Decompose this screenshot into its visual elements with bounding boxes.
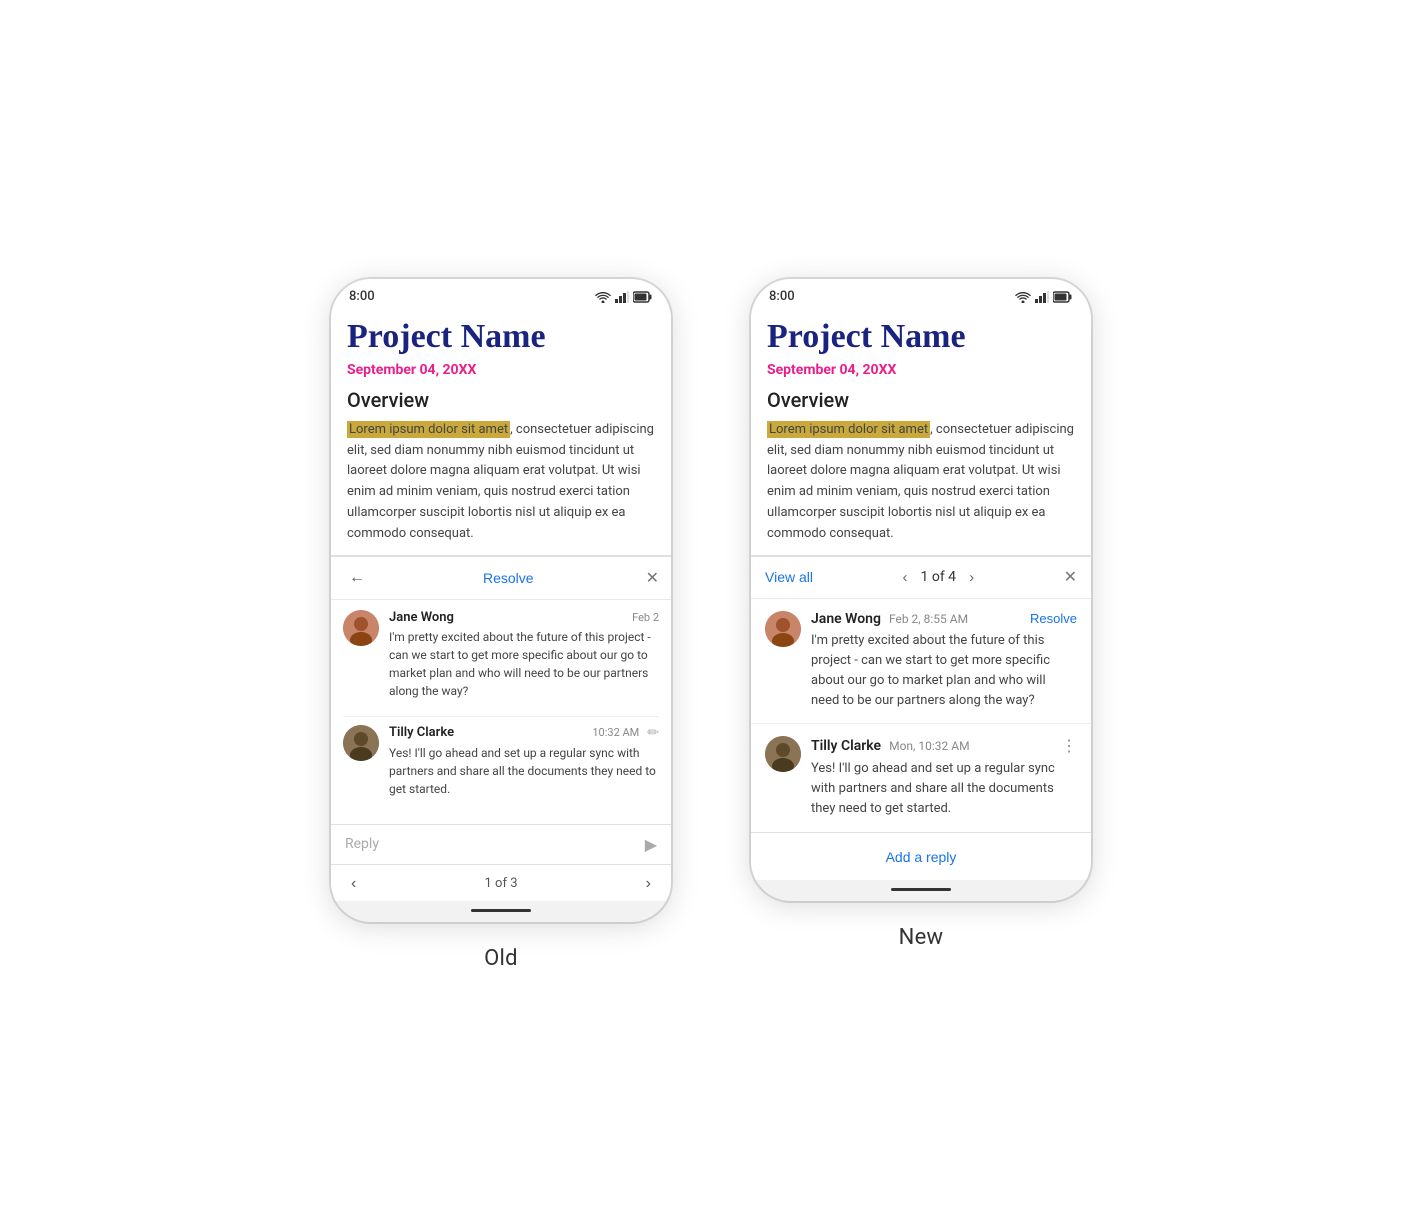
new-phone: 8:00 (751, 279, 1091, 900)
new-phone-wrapper: 8:00 (751, 279, 1091, 949)
doc-screen-old: Project Name September 04, 20XX Overview… (331, 310, 671, 554)
highlight-text-new: Lorem ipsum dolor sit amet (767, 421, 930, 438)
project-date-new: September 04, 20XX (767, 362, 1075, 378)
battery-icon-old (633, 291, 653, 303)
status-bar-new: 8:00 (751, 279, 1091, 310)
comment-nav-new: View all ‹ 1 of 4 › ✕ (751, 557, 1091, 599)
label-new: New (899, 925, 944, 950)
project-title-new: Project Name (767, 318, 1075, 355)
comment-panel-new: View all ‹ 1 of 4 › ✕ (751, 556, 1091, 880)
close-button-old[interactable]: ✕ (646, 568, 659, 588)
comment-item-2-new: Tilly Clarke Mon, 10:32 AM ⋮ Yes! I'll g… (751, 723, 1091, 831)
comment-header-1-new: Jane Wong Feb 2, 8:55 AM Resolve (811, 611, 1077, 627)
avatar-tilly-new (765, 736, 801, 772)
reply-placeholder-old[interactable]: Reply (345, 836, 379, 852)
home-indicator-old (471, 909, 531, 912)
comment-time-1-old: Feb 2 (632, 611, 659, 624)
phones-container: 8:00 (271, 219, 1151, 990)
doc-content-new: Overview Lorem ipsum dolor sit amet, con… (751, 388, 1091, 555)
wifi-icon-old (595, 291, 611, 303)
add-reply-bar-new: Add a reply (751, 832, 1091, 880)
send-icon-old[interactable]: ▶ (645, 835, 657, 854)
comment-item-2-old: Tilly Clarke 10:32 AM ✏ Yes! I'll go ahe… (343, 725, 659, 798)
comment-author-2-old: Tilly Clarke (389, 725, 454, 740)
back-button-old[interactable]: ← (343, 565, 371, 591)
comment-time-1-new: Feb 2, 8:55 AM (889, 612, 968, 626)
comment-body-2-old: Tilly Clarke 10:32 AM ✏ Yes! I'll go ahe… (389, 725, 659, 798)
project-date-old: September 04, 20XX (347, 362, 655, 378)
comment-author-1-old: Jane Wong (389, 610, 454, 625)
resolve-button-old[interactable]: Resolve (483, 570, 534, 586)
prev-page-btn-old[interactable]: ‹ (345, 871, 362, 897)
comment-item-1-old: Jane Wong Feb 2 I'm pretty excited about… (343, 610, 659, 700)
comment-text-1-old: I'm pretty excited about the future of t… (389, 628, 659, 700)
doc-header-old: Project Name September 04, 20XX (331, 310, 671, 377)
old-phone-wrapper: 8:00 (331, 279, 671, 970)
signal-icon-new (1035, 291, 1049, 303)
pagination-controls-new: ‹ 1 of 4 › (898, 567, 980, 588)
comment-body-1-new: Jane Wong Feb 2, 8:55 AM Resolve I'm pre… (811, 611, 1077, 712)
comment-body-1-old: Jane Wong Feb 2 I'm pretty excited about… (389, 610, 659, 700)
comment-item-1-new: Jane Wong Feb 2, 8:55 AM Resolve I'm pre… (751, 599, 1091, 724)
comment-body-2-new: Tilly Clarke Mon, 10:32 AM ⋮ Yes! I'll g… (811, 736, 1077, 819)
overview-title-new: Overview (767, 388, 1075, 412)
comment-author-2-new: Tilly Clarke (811, 738, 881, 754)
overview-title-old: Overview (347, 388, 655, 412)
label-old: Old (484, 946, 518, 971)
edit-icon-old[interactable]: ✏ (647, 725, 659, 741)
comment-meta-2-new: Tilly Clarke Mon, 10:32 AM (811, 738, 970, 754)
comment-author-1-new: Jane Wong (811, 611, 881, 627)
prev-page-btn-new[interactable]: ‹ (898, 567, 913, 588)
comment-time-2-new: Mon, 10:32 AM (889, 739, 969, 753)
time-new: 8:00 (769, 289, 795, 304)
doc-content-old: Overview Lorem ipsum dolor sit amet, con… (331, 388, 671, 555)
battery-icon-new (1053, 291, 1073, 303)
comment-text-2-new: Yes! I'll go ahead and set up a regular … (811, 759, 1077, 819)
avatar-tilly-old (343, 725, 379, 761)
comment-text-2-old: Yes! I'll go ahead and set up a regular … (389, 744, 659, 798)
doc-header-new: Project Name September 04, 20XX (751, 310, 1091, 377)
old-phone: 8:00 (331, 279, 671, 921)
avatar-jane-old (343, 610, 379, 646)
comment-nav-old: ← Resolve ✕ (331, 557, 671, 600)
comment-time-2-old: 10:32 AM (592, 726, 639, 739)
overview-rest-old: , consectetuer adipiscing elit, sed diam… (347, 422, 654, 541)
avatar-jane-new (765, 611, 801, 647)
project-title-old: Project Name (347, 318, 655, 355)
next-page-btn-new[interactable]: › (964, 567, 979, 588)
status-bar-old: 8:00 (331, 279, 671, 310)
more-options-icon-new[interactable]: ⋮ (1061, 736, 1077, 755)
status-icons-old (595, 291, 653, 303)
next-page-btn-old[interactable]: › (640, 871, 657, 897)
close-button-new[interactable]: ✕ (1064, 567, 1077, 587)
wifi-icon-new (1015, 291, 1031, 303)
page-counter-new: 1 of 4 (921, 569, 957, 585)
comment-panel-old: ← Resolve ✕ (331, 556, 671, 901)
home-indicator-new (891, 888, 951, 891)
comment-meta-1-new: Jane Wong Feb 2, 8:55 AM (811, 611, 968, 627)
status-icons-new (1015, 291, 1073, 303)
reply-bar-old: Reply ▶ (331, 824, 671, 864)
overview-rest-new: , consectetuer adipiscing elit, sed diam… (767, 422, 1074, 541)
time-old: 8:00 (349, 289, 375, 304)
page-indicator-old: 1 of 3 (485, 876, 518, 891)
comment-header-2-old: Tilly Clarke 10:32 AM ✏ (389, 725, 659, 741)
signal-icon-old (615, 291, 629, 303)
comment-header-2-new: Tilly Clarke Mon, 10:32 AM ⋮ (811, 736, 1077, 755)
doc-screen-new: Project Name September 04, 20XX Overview… (751, 310, 1091, 554)
comment-thread-old: Jane Wong Feb 2 I'm pretty excited about… (331, 600, 671, 824)
highlight-text-old: Lorem ipsum dolor sit amet (347, 421, 510, 438)
bottom-nav-old: ‹ 1 of 3 › (331, 864, 671, 901)
comment-header-1-old: Jane Wong Feb 2 (389, 610, 659, 625)
overview-text-old: Lorem ipsum dolor sit amet, consectetuer… (347, 420, 655, 545)
overview-text-new: Lorem ipsum dolor sit amet, consectetuer… (767, 420, 1075, 545)
add-reply-button-new[interactable]: Add a reply (886, 849, 957, 865)
view-all-button[interactable]: View all (765, 569, 813, 585)
comment-text-1-new: I'm pretty excited about the future of t… (811, 631, 1077, 712)
resolve-button-new[interactable]: Resolve (1030, 611, 1077, 626)
